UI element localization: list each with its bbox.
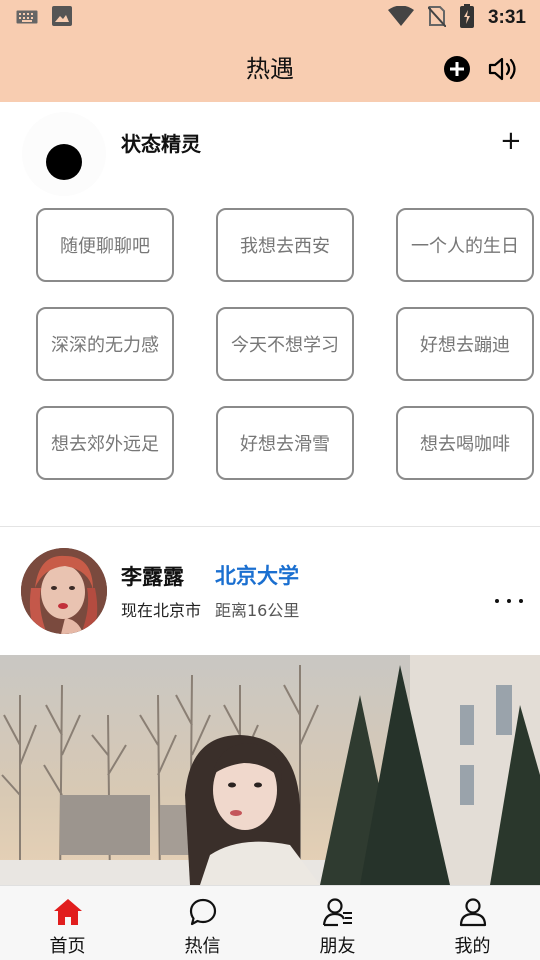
sprite-add-button[interactable]: + [500, 128, 526, 158]
clock: 3:31 [487, 7, 526, 28]
more-dot-icon [495, 599, 499, 603]
sprite-dot [46, 144, 82, 180]
tab-label: 热信 [184, 936, 221, 957]
more-dot-icon [519, 599, 523, 603]
status-tag[interactable]: 好想去滑雪 [216, 406, 354, 480]
keyboard-icon [16, 9, 38, 28]
app-header: 热遇 [0, 36, 540, 102]
sprite-title: 状态精灵 [121, 132, 201, 156]
image-icon [52, 6, 72, 30]
tab-label: 首页 [49, 936, 86, 957]
author-distance: 距离16公里 [215, 601, 300, 620]
more-options-button[interactable] [495, 589, 523, 613]
wifi-icon [387, 5, 414, 30]
plus-circle-icon [444, 56, 470, 82]
status-tag[interactable]: 我想去西安 [216, 208, 354, 282]
chat-icon [187, 896, 219, 928]
post-author: 李露露 北京大学 现在北京市 距离16公里 [0, 527, 540, 655]
status-tag[interactable]: 想去郊外远足 [36, 406, 174, 480]
avatar[interactable] [21, 548, 107, 634]
status-tag[interactable]: 今天不想学习 [216, 307, 354, 381]
speaker-icon [488, 57, 516, 81]
status-bar: 3:31 [0, 0, 540, 36]
post-photo[interactable] [0, 655, 540, 885]
home-icon [52, 896, 84, 928]
profile-icon [457, 896, 489, 928]
tab-messages[interactable]: 热信 [135, 886, 270, 960]
tab-profile[interactable]: 我的 [405, 886, 540, 960]
tab-home[interactable]: 首页 [0, 886, 135, 960]
status-tag[interactable]: 想去喝咖啡 [396, 406, 534, 480]
add-button[interactable] [443, 55, 471, 83]
sound-button[interactable] [486, 55, 520, 83]
status-tag[interactable]: 好想去蹦迪 [396, 307, 534, 381]
no-sim-icon [427, 5, 447, 31]
author-school[interactable]: 北京大学 [215, 560, 299, 590]
tab-label: 我的 [454, 936, 491, 957]
author-location: 现在北京市 [121, 601, 202, 620]
bottom-tab-bar: 首页 热信 朋友 我的 [0, 885, 540, 960]
battery-icon [459, 4, 474, 32]
sprite-avatar[interactable] [22, 112, 106, 196]
status-tag[interactable]: 随便聊聊吧 [36, 208, 174, 282]
tab-friends[interactable]: 朋友 [270, 886, 405, 960]
status-tag[interactable]: 一个人的生日 [396, 208, 534, 282]
friends-icon [322, 896, 354, 928]
status-sprite-section: 状态精灵 + 随便聊聊吧 我想去西安 一个人的生日 深深的无力感 今天不想学习 … [0, 102, 540, 526]
tab-label: 朋友 [319, 936, 356, 957]
more-dot-icon [507, 599, 511, 603]
author-name[interactable]: 李露露 [121, 561, 184, 591]
status-tag[interactable]: 深深的无力感 [36, 307, 174, 381]
